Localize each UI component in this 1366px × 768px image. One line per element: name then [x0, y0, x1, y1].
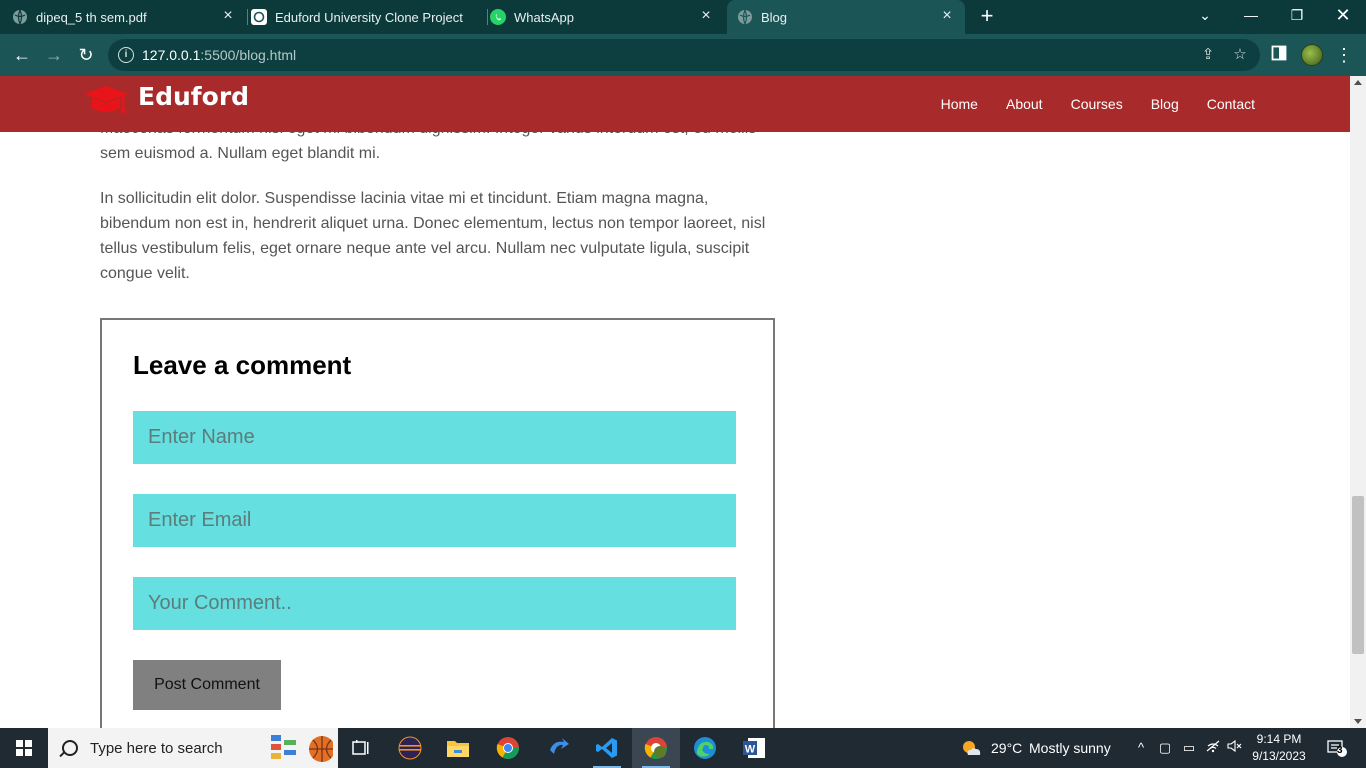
globe-icon	[737, 9, 753, 25]
page-scrollbar[interactable]	[1350, 76, 1366, 728]
clock-time: 9:14 PM	[1256, 732, 1302, 746]
browser-toolbar: ← → ↻ i 127.0.0.1:5500/blog.html ⇪ ☆ ⋮	[0, 34, 1366, 76]
scrollbar-thumb[interactable]	[1352, 496, 1364, 654]
site-header: Eduford Home About Courses Blog Contact	[0, 76, 1350, 132]
article-paragraph: In sollicitudin elit dolor. Suspendisse …	[100, 190, 766, 282]
nav-courses[interactable]: Courses	[1071, 96, 1123, 112]
chrome-icon[interactable]	[484, 728, 532, 768]
main-nav: Home About Courses Blog Contact	[941, 96, 1255, 112]
tab-title: WhatsApp	[514, 9, 574, 25]
email-input[interactable]: Enter Email	[133, 494, 736, 547]
clock-date: 9/13/2023	[1252, 749, 1306, 763]
back-arrow-icon[interactable]: ←	[10, 43, 34, 67]
tab-eduford-project[interactable]: Eduford University Clone Project	[251, 0, 485, 34]
profile-avatar[interactable]	[1301, 44, 1323, 66]
nav-about[interactable]: About	[1006, 96, 1043, 112]
forward-arrow-icon[interactable]: →	[42, 43, 66, 67]
name-input[interactable]: Enter Name	[133, 411, 736, 464]
site-logo[interactable]: Eduford	[82, 82, 249, 122]
bookmark-star-icon[interactable]: ☆	[1230, 45, 1250, 65]
meet-now-icon[interactable]: ▢	[1156, 739, 1174, 757]
nav-home[interactable]: Home	[941, 96, 978, 112]
edge-icon[interactable]	[681, 728, 729, 768]
tab-pdf[interactable]: dipeq_5 th sem.pdf ×	[12, 0, 246, 34]
eclipse-icon[interactable]	[386, 728, 434, 768]
word-icon[interactable]: W	[730, 728, 778, 768]
whatsapp-icon	[490, 9, 506, 25]
tab-whatsapp[interactable]: WhatsApp ×	[490, 0, 724, 34]
new-tab-plus-icon[interactable]: +	[977, 5, 997, 27]
reload-icon[interactable]: ↻	[74, 43, 98, 67]
volume-muted-icon[interactable]	[1226, 739, 1244, 757]
scroll-down-icon[interactable]	[1354, 719, 1362, 724]
chrome-profile-icon[interactable]	[632, 728, 680, 768]
weather-temp[interactable]: 29°C	[991, 740, 1022, 756]
tab-title: Blog	[761, 9, 788, 25]
search-highlight-icon[interactable]	[264, 728, 336, 768]
tab-search-chevron-icon[interactable]: ⌄	[1182, 0, 1228, 34]
more-menu-icon[interactable]: ⋮	[1334, 45, 1354, 65]
brand-name: Eduford	[138, 81, 250, 111]
nav-blog[interactable]: Blog	[1151, 96, 1179, 112]
windows-taskbar: Type here to search W 29°C Mostly sunny …	[0, 728, 1366, 768]
chevron-up-icon[interactable]: ^	[1132, 739, 1150, 757]
svg-text:W: W	[745, 744, 756, 756]
chatgpt-icon	[251, 9, 267, 25]
email-placeholder: Enter Email	[148, 509, 252, 531]
blog-article: Maecenas fermentum nisl eget mi bibendum…	[100, 116, 770, 306]
tab-title: dipeq_5 th sem.pdf	[36, 9, 147, 25]
close-tab-icon[interactable]: ×	[220, 8, 236, 24]
url-text: 127.0.0.1:5500/blog.html	[142, 47, 297, 63]
post-comment-button[interactable]: Post Comment	[133, 660, 281, 710]
tab-blog[interactable]: Blog ×	[727, 0, 965, 34]
minimize-icon[interactable]: —	[1228, 0, 1274, 34]
browser-tab-strip: dipeq_5 th sem.pdf × Eduford University …	[0, 0, 1366, 34]
tab-title: Eduford University Clone Project	[275, 9, 463, 25]
graduation-cap-icon	[82, 82, 130, 122]
weather-desc[interactable]: Mostly sunny	[1029, 740, 1111, 756]
start-button[interactable]	[0, 728, 48, 768]
comment-form: Leave a comment Enter Name Enter Email Y…	[100, 318, 775, 728]
globe-icon	[12, 9, 28, 25]
scroll-up-icon[interactable]	[1354, 80, 1362, 85]
file-explorer-icon[interactable]	[434, 728, 482, 768]
close-window-icon[interactable]: ✕	[1320, 0, 1366, 34]
tab-separator	[247, 9, 248, 25]
task-view-icon[interactable]	[336, 728, 384, 768]
restore-icon[interactable]: ❐	[1274, 0, 1320, 34]
vscode-icon[interactable]	[583, 728, 631, 768]
search-placeholder: Type here to search	[90, 739, 223, 757]
notification-count: 3	[1337, 745, 1343, 756]
arrow-app-icon[interactable]	[534, 728, 582, 768]
comment-input[interactable]: Your Comment..	[133, 577, 736, 630]
page-viewport: Maecenas fermentum nisl eget mi bibendum…	[0, 76, 1350, 728]
nav-contact[interactable]: Contact	[1207, 96, 1255, 112]
name-placeholder: Enter Name	[148, 426, 255, 448]
address-bar[interactable]: i 127.0.0.1:5500/blog.html ⇪ ☆	[108, 39, 1260, 71]
comment-heading: Leave a comment	[133, 350, 352, 380]
close-tab-icon[interactable]: ×	[698, 8, 714, 24]
share-icon[interactable]: ⇪	[1198, 45, 1218, 65]
close-tab-icon[interactable]: ×	[939, 8, 955, 24]
side-panel-icon[interactable]	[1269, 45, 1289, 65]
site-info-icon[interactable]: i	[118, 47, 134, 63]
battery-icon[interactable]: ▭	[1180, 739, 1198, 757]
system-clock[interactable]: 9:14 PM 9/13/2023	[1246, 731, 1312, 765]
tab-separator	[487, 9, 488, 25]
windows-logo-icon	[16, 740, 32, 756]
wifi-icon[interactable]	[1204, 739, 1222, 757]
weather-sun-icon[interactable]	[960, 739, 982, 757]
comment-placeholder: Your Comment..	[148, 592, 292, 614]
search-icon	[62, 740, 78, 756]
